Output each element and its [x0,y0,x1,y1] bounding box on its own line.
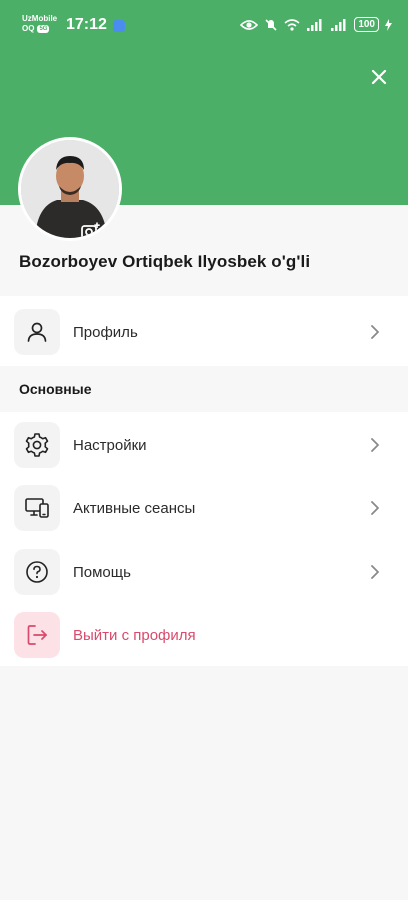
menu-item-profile[interactable]: Профиль [0,301,408,361]
close-button[interactable] [366,64,392,90]
settings-icon [25,433,49,457]
charging-icon [385,18,392,31]
user-icon [27,322,47,342]
carrier-name: UzMobile [22,14,58,23]
change-photo-button[interactable] [79,221,101,238]
profile-icon-box [14,309,60,355]
eye-icon [240,19,259,30]
main-settings-card: Настройки Активные сеансы Помощь Выйти с… [0,412,408,666]
menu-item-logout[interactable]: Выйти с профиля [0,604,408,664]
carrier-info: UzMobile OQ 5G [22,14,57,34]
battery-level: 100 [354,17,379,32]
signal-icon-2 [331,18,346,31]
avatar[interactable] [21,140,119,238]
camera-add-icon [81,222,100,238]
chevron-right-icon [369,437,381,453]
wifi-icon [284,18,300,31]
message-notification-icon [113,20,125,32]
close-icon [371,69,387,85]
network-badge: 5G [37,25,50,33]
menu-item-label: Помощь [73,564,131,581]
menu-item-label: Выйти с профиля [73,627,196,644]
chevron-right-icon [369,564,381,580]
menu-item-label: Активные сеансы [73,500,196,517]
avatar-photo [21,140,119,238]
status-icons: 100 [240,17,392,32]
help-icon [26,561,48,583]
section-title-main: Основные [19,381,92,397]
status-bar: UzMobile OQ 5G 17:12 100 [0,8,408,42]
logout-icon [27,625,47,645]
profile-card: Профиль [0,296,408,366]
menu-item-label: Настройки [73,437,147,454]
avatar-container[interactable] [18,137,122,241]
menu-item-active-sessions[interactable]: Активные сеансы [0,477,408,537]
chevron-right-icon [369,500,381,516]
status-time: 17:12 [66,16,107,33]
menu-item-settings[interactable]: Настройки [0,414,408,474]
devices-icon [25,498,49,518]
menu-item-help[interactable]: Помощь [0,541,408,601]
mute-icon [265,18,277,31]
sessions-icon-box [14,485,60,531]
user-full-name: Bozorboyev Ortiqbek Ilyosbek o'g'li [19,252,311,271]
menu-item-label: Профиль [73,324,138,341]
signal-icon [307,18,322,31]
logout-icon-box [14,612,60,658]
carrier-secondary: OQ [22,24,35,33]
settings-icon-box [14,422,60,468]
help-icon-box [14,549,60,595]
chevron-right-icon [369,324,381,340]
